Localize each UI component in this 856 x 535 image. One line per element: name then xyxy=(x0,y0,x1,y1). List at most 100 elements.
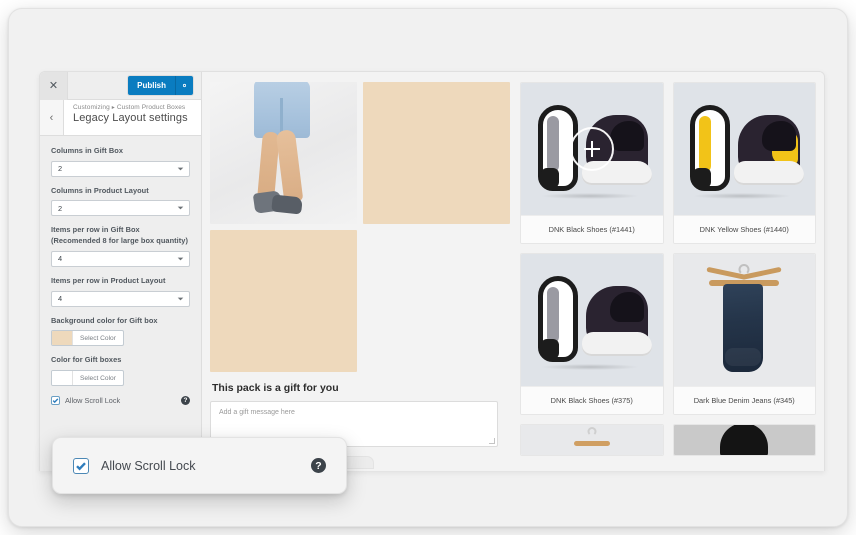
denim-jeans xyxy=(723,284,764,372)
product-grid: DNK Black Shoes (#1441) DNK Yellow Shoes… xyxy=(520,82,816,456)
publish-button[interactable]: Publish xyxy=(128,76,176,95)
shoe-heel xyxy=(540,339,559,359)
product-image xyxy=(673,83,815,215)
zoom-in-icon[interactable] xyxy=(569,127,614,171)
select-value: 2 xyxy=(58,164,63,174)
product-image xyxy=(673,425,815,455)
product-card[interactable]: Dark Blue Denim Jeans (#345) xyxy=(672,253,816,415)
black-hat-illustration xyxy=(720,425,769,455)
callout-allow-scroll-lock-checkbox[interactable] xyxy=(73,457,89,474)
site-preview: This pack is a gift for you Add a gift m… xyxy=(202,72,824,471)
browser-page-frame: ✕ Publish ‹ Customizing ▸ Custom Product… xyxy=(8,8,848,527)
chevron-down-icon xyxy=(177,297,184,301)
breadcrumb: Customizing ▸ Custom Product Boxes xyxy=(73,104,188,111)
shoe-midsole xyxy=(734,161,805,185)
shoe-upper xyxy=(762,121,797,151)
checkmark-icon xyxy=(76,461,86,471)
color-swatch xyxy=(52,371,73,386)
chevron-left-icon: ‹ xyxy=(49,111,54,124)
breadcrumb-prefix: Customizing xyxy=(73,104,110,111)
shoe-accent xyxy=(699,116,712,172)
shoe-shadow xyxy=(541,364,638,370)
publish-group: Publish xyxy=(128,76,193,95)
label-color-for-gift-boxes: Color for Gift boxes xyxy=(51,355,122,365)
label-columns-in-product-layout: Columns in Product Layout xyxy=(51,185,149,195)
publish-settings-button[interactable] xyxy=(176,76,193,95)
shoe-outsole xyxy=(690,105,731,191)
close-icon: ✕ xyxy=(48,80,59,92)
select-columns-in-product-layout[interactable]: 2 xyxy=(51,200,190,217)
product-image xyxy=(521,83,663,215)
color-picker-label: Select Color xyxy=(80,334,116,342)
breadcrumb-separator-icon: ▸ xyxy=(111,105,115,111)
chevron-down-icon xyxy=(177,167,184,171)
model-denim-shorts xyxy=(254,82,310,138)
gift-box-section: This pack is a gift for you Add a gift m… xyxy=(210,82,510,471)
product-title: DNK Black Shoes (#1441) xyxy=(521,215,663,243)
gift-message-heading: This pack is a gift for you xyxy=(212,382,339,394)
product-image xyxy=(673,254,815,386)
label-items-per-row-product-layout: Items per row in Product Layout xyxy=(51,275,166,285)
allow-scroll-lock-row: Allow Scroll Lock ? xyxy=(51,395,190,406)
shoe-shadow xyxy=(541,193,638,199)
help-icon[interactable]: ? xyxy=(181,396,190,406)
product-card[interactable]: DNK Yellow Shoes (#1440) xyxy=(672,82,816,244)
customizer-controls: Columns in Gift Box 2 Columns in Product… xyxy=(40,136,201,406)
label-items-per-row-gift-box: Items per row in Gift Box (Recomended 8 … xyxy=(51,225,188,246)
product-title: DNK Black Shoes (#375) xyxy=(521,386,663,414)
product-card[interactable]: DNK Black Shoes (#1441) xyxy=(520,82,664,244)
model-boot-right xyxy=(271,194,303,215)
shoe-side-view xyxy=(734,115,805,185)
shoe-side-view xyxy=(581,286,652,356)
color-picker-background-gift-box[interactable]: Select Color xyxy=(51,330,124,347)
select-items-per-row-gift-box[interactable]: 4 xyxy=(51,250,190,267)
product-image xyxy=(521,254,663,386)
gift-message-placeholder: Add a gift message here xyxy=(219,409,295,416)
select-columns-in-gift-box[interactable]: 2 xyxy=(51,160,190,177)
callout-allow-scroll-lock-label: Allow Scroll Lock xyxy=(101,458,196,473)
shoe-accent xyxy=(546,287,559,343)
color-picker-gift-boxes[interactable]: Select Color xyxy=(51,370,124,387)
allow-scroll-lock-checkbox[interactable] xyxy=(51,396,60,406)
customizer-topbar: ✕ Publish xyxy=(40,72,201,100)
shoe-upper xyxy=(609,292,644,322)
label-background-color-gift-box: Background color for Gift box xyxy=(51,315,158,325)
product-card-clipped[interactable] xyxy=(672,424,816,456)
shoe-upper xyxy=(609,121,644,151)
select-items-per-row-product-layout[interactable]: 4 xyxy=(51,290,190,307)
shoe-heel xyxy=(693,168,712,188)
select-value: 4 xyxy=(58,294,63,304)
shoe-shadow xyxy=(694,193,791,199)
jeans-on-hanger-illustration xyxy=(705,264,783,376)
gift-cell-photo[interactable] xyxy=(210,82,357,224)
shoe-heel xyxy=(540,168,559,188)
hanger-illustration xyxy=(568,427,616,453)
shoe-black-illustration xyxy=(534,268,652,372)
customizer-window: ✕ Publish ‹ Customizing ▸ Custom Product… xyxy=(39,71,825,471)
select-value: 4 xyxy=(58,254,63,264)
help-icon[interactable]: ? xyxy=(311,458,326,473)
close-customizer-button[interactable]: ✕ xyxy=(40,72,68,100)
allow-scroll-lock-label: Allow Scroll Lock xyxy=(65,396,121,406)
gift-cell-empty-slot[interactable] xyxy=(363,82,510,224)
hanger-bar xyxy=(573,441,610,446)
shoe-midsole xyxy=(581,332,652,356)
chevron-down-icon xyxy=(177,207,184,210)
panel-back-button[interactable]: ‹ xyxy=(40,100,64,135)
gift-cell-empty-slot[interactable] xyxy=(210,230,357,372)
gear-icon xyxy=(182,83,187,88)
product-card[interactable]: DNK Black Shoes (#375) xyxy=(520,253,664,415)
product-image xyxy=(521,425,663,455)
label-columns-in-gift-box: Columns in Gift Box xyxy=(51,146,123,155)
customizer-panel-header: ‹ Customizing ▸ Custom Product Boxes Leg… xyxy=(40,100,201,136)
textarea-resize-handle[interactable] xyxy=(489,438,495,444)
magnified-checkbox-callout: Allow Scroll Lock ? xyxy=(52,437,347,494)
checkmark-icon xyxy=(52,398,59,404)
product-title: DNK Yellow Shoes (#1440) xyxy=(673,215,815,243)
customizer-sidebar: ✕ Publish ‹ Customizing ▸ Custom Product… xyxy=(40,72,202,471)
page-title: Legacy Layout settings xyxy=(73,112,188,124)
shoe-outsole xyxy=(537,276,578,362)
preview-content: This pack is a gift for you Add a gift m… xyxy=(202,72,824,471)
chevron-down-icon xyxy=(177,257,184,261)
product-card-clipped[interactable] xyxy=(520,424,664,456)
